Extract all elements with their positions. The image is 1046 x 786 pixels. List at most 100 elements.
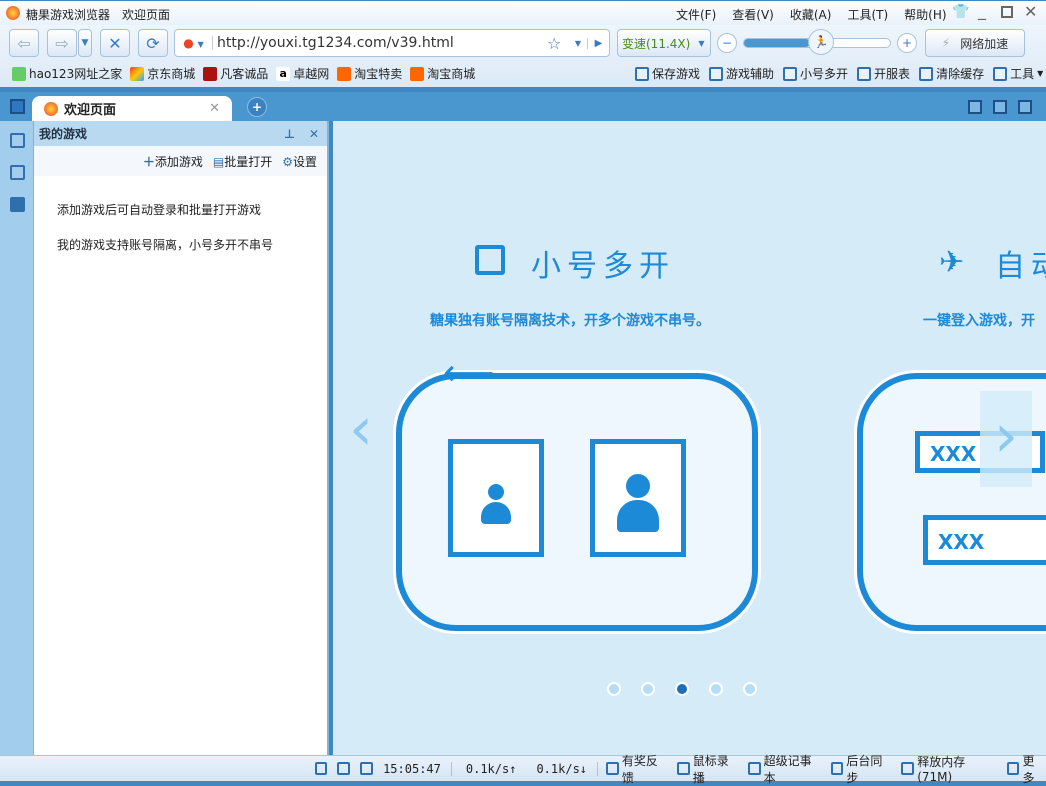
sidebar-toggle-icon[interactable] [10, 99, 25, 114]
speed-button[interactable]: 变速(11.4X) ▼ [617, 29, 711, 57]
go-button[interactable]: ▶ [587, 37, 609, 49]
settings-label: 设置 [292, 154, 317, 169]
notepad-button[interactable]: 超级记事本 [747, 752, 823, 786]
site-icon[interactable]: ● ▼ [175, 36, 213, 50]
menu-tools[interactable]: 工具(T) [847, 6, 888, 23]
list-icon[interactable] [10, 165, 25, 180]
slide-dot-2[interactable] [641, 682, 655, 696]
feedback-button[interactable]: 有奖反馈 [606, 752, 669, 786]
next-slide-title: 自动 [995, 249, 1046, 284]
bookmark-taobao-sale[interactable]: 淘宝特卖 [337, 65, 402, 82]
close-all-tabs-icon[interactable] [993, 100, 1007, 114]
timer-icon[interactable] [314, 762, 328, 775]
bookmark-vancl[interactable]: 凡客诚品 [203, 65, 268, 82]
amazon-icon: a [276, 66, 291, 81]
slide-dot-4[interactable] [709, 682, 723, 696]
settings-button[interactable]: ⚙设置 [282, 153, 317, 170]
bookmarks-bar: hao123网址之家 京东商城 凡客诚品 a 卓越网 淘宝特卖 淘宝商城 [12, 65, 483, 82]
my-games-panel: 我的游戏 ⊥ ✕ ＋添加游戏 ▤批量打开 ⚙设置 添加游戏后可自动登录和批量打开… [34, 121, 329, 755]
gear-icon [1006, 762, 1020, 775]
back-button[interactable]: ⇦ [9, 29, 39, 57]
mouse-record-button[interactable]: 鼠标录播 [676, 752, 740, 786]
play-icon[interactable] [360, 762, 374, 775]
status-label: 更多 [1022, 753, 1035, 785]
welcome-content: 小号多开 糖果独有账号隔离技术，开多个游戏不串号。 ✈ 自动 一键登入游戏，开 … [333, 121, 1046, 755]
tool-label: 小号多开 [800, 67, 849, 81]
tab-welcome[interactable]: 欢迎页面 ✕ [32, 96, 232, 121]
close-button[interactable]: ✕ [1024, 2, 1037, 21]
free-memory-button[interactable]: 释放内存(71M) [901, 753, 998, 784]
next-slide-icon: ✈ [939, 245, 965, 280]
favorites-star-icon[interactable] [10, 133, 25, 148]
tab-favicon-icon [44, 101, 58, 116]
tool-label: 工具 [1010, 67, 1035, 81]
network-accelerate-button[interactable]: ⚡ 网络加速 [925, 29, 1025, 57]
my-games-icon[interactable] [10, 197, 25, 212]
taobao-icon [337, 66, 352, 81]
batch-open-label: 批量打开 [224, 154, 273, 169]
stop-button[interactable]: ✕ [100, 29, 130, 57]
save-game-button[interactable]: 保存游戏 [635, 65, 700, 82]
bookmark-taobao-mall[interactable]: 淘宝商城 [410, 65, 475, 82]
speed-slider-handle[interactable]: 🏃 [808, 29, 834, 55]
speed-label: 变速(11.4X) [622, 36, 691, 51]
status-bar: 15:05:47 0.1k/s↑ 0.1k/s↓ 有奖反馈 鼠标录播 超级记事本… [0, 753, 1046, 785]
multi-account-button[interactable]: 小号多开 [783, 65, 848, 82]
save-icon [635, 66, 649, 81]
minimize-button[interactable]: _ [978, 1, 986, 20]
status-label: 超级记事本 [763, 753, 812, 785]
tool-label: 游戏辅助 [726, 67, 775, 81]
url-dropdown[interactable]: ▼ [569, 39, 587, 48]
clear-cache-button[interactable]: 清除缓存 [919, 65, 984, 82]
skin-icon[interactable]: 👕 [952, 4, 969, 20]
new-tab-button[interactable]: + [247, 97, 267, 117]
menu-file[interactable]: 文件(F) [676, 6, 716, 23]
url-input[interactable]: http://youxi.tg1234.com/v39.html [213, 35, 547, 51]
server-list-button[interactable]: 开服表 [857, 65, 910, 82]
slide-dot-3[interactable] [675, 682, 689, 696]
add-game-label: 添加游戏 [154, 154, 203, 169]
window-frame-2 [590, 439, 686, 557]
download-speed: 0.1k/s↓ [536, 761, 599, 776]
pin-icon[interactable]: ⊥ [284, 127, 295, 141]
menu-favorites[interactable]: 收藏(A) [790, 6, 832, 23]
maximize-button[interactable] [1001, 6, 1013, 18]
feedback-icon [606, 762, 619, 775]
menu-help[interactable]: 帮助(H) [904, 6, 946, 23]
slide-dot-1[interactable] [607, 682, 621, 696]
history-dropdown[interactable]: ▼ [78, 29, 92, 57]
address-bar[interactable]: ● ▼ http://youxi.tg1234.com/v39.html ☆ ▼… [174, 29, 610, 57]
speed-decrease-button[interactable]: − [717, 33, 737, 53]
add-game-button[interactable]: ＋添加游戏 [143, 153, 203, 170]
slide-dot-5[interactable] [743, 682, 757, 696]
forward-button[interactable]: ⇨ [47, 29, 77, 57]
background-sync-button[interactable]: 后台同步 [830, 752, 894, 786]
refresh-button[interactable]: ⟳ [138, 29, 168, 57]
bookmark-hao123[interactable]: hao123网址之家 [12, 65, 122, 82]
user-icon [617, 474, 659, 534]
fullscreen-icon[interactable] [968, 100, 982, 114]
more-button[interactable]: 更多 [1006, 752, 1046, 786]
bookmark-amazon[interactable]: a 卓越网 [276, 65, 329, 82]
upload-speed: 0.1k/s↑ [465, 761, 517, 776]
prev-slide-button[interactable]: ‹ [349, 399, 373, 459]
tab-close-icon[interactable]: ✕ [209, 101, 220, 116]
speed-increase-button[interactable]: + [897, 33, 917, 53]
game-assist-button[interactable]: 游戏辅助 [709, 65, 774, 82]
panel-close-icon[interactable]: ✕ [309, 127, 319, 141]
vancl-icon [203, 66, 218, 81]
batch-open-button[interactable]: ▤批量打开 [213, 153, 272, 170]
panel-header: 我的游戏 ⊥ ✕ [34, 121, 327, 146]
menu-view[interactable]: 查看(V) [732, 6, 774, 23]
split-view-icon[interactable] [1018, 100, 1032, 114]
next-slide-button[interactable]: › [980, 391, 1032, 487]
bookmark-jd[interactable]: 京东商城 [130, 65, 195, 82]
clock: 15:05:47 [383, 761, 452, 776]
back-arrow-icon: ⟵ [443, 353, 495, 394]
title-bar: 糖果游戏浏览器 欢迎页面 文件(F) 查看(V) 收藏(A) 工具(T) 帮助(… [0, 0, 1046, 25]
favorite-star-icon[interactable]: ☆ [547, 34, 569, 53]
stop-record-icon[interactable] [337, 762, 351, 775]
tab-label: 欢迎页面 [64, 103, 117, 118]
tools-dropdown[interactable]: 工具 ▼ [993, 65, 1043, 82]
slide-subtitle: 糖果独有账号隔离技术，开多个游戏不串号。 [430, 313, 710, 329]
